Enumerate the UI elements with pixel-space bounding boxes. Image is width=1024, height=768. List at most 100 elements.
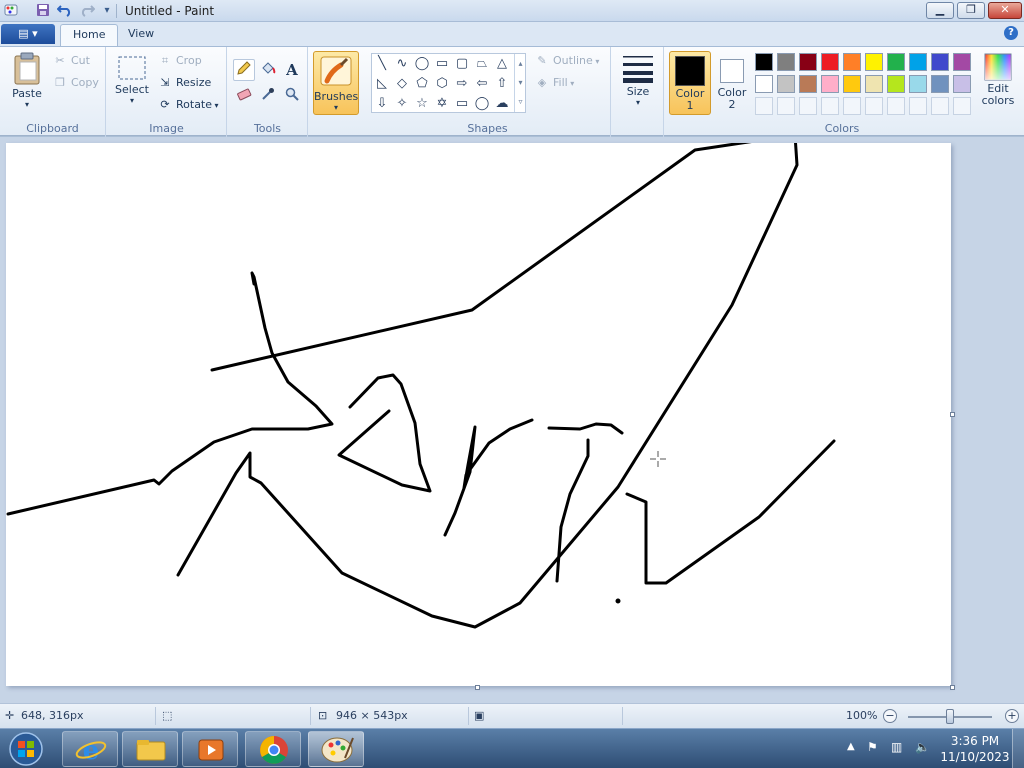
- palette-custom-slot[interactable]: [865, 97, 883, 115]
- palette-custom-slot[interactable]: [799, 97, 817, 115]
- brushes-button[interactable]: Brushes ▾: [313, 51, 359, 115]
- rotate-button[interactable]: ⟳ Rotate ▾: [157, 95, 218, 115]
- polygon-shape-icon[interactable]: ⏢: [472, 54, 492, 74]
- start-button[interactable]: [6, 730, 46, 768]
- color-picker-icon[interactable]: [257, 85, 279, 107]
- six-point-star-shape-icon[interactable]: ✡: [432, 94, 452, 114]
- palette-swatch[interactable]: [799, 75, 817, 93]
- palette-swatch[interactable]: [887, 53, 905, 71]
- copy-button[interactable]: ❐ Copy: [52, 73, 99, 93]
- palette-swatch[interactable]: [777, 53, 795, 71]
- five-point-star-shape-icon[interactable]: ☆: [412, 94, 432, 114]
- tab-home[interactable]: Home: [60, 24, 119, 46]
- network-icon[interactable]: ▥: [891, 740, 902, 754]
- hexagon-shape-icon[interactable]: ⬡: [432, 74, 452, 94]
- triangle-shape-icon[interactable]: △: [492, 54, 512, 74]
- taskbar-chrome[interactable]: [245, 731, 301, 767]
- palette-swatch[interactable]: [953, 75, 971, 93]
- size-button[interactable]: Size ▾: [618, 53, 658, 107]
- resize-button[interactable]: ⇲ Resize: [157, 73, 211, 93]
- customize-quick-access-icon[interactable]: ▾: [99, 3, 115, 19]
- palette-swatch[interactable]: [953, 53, 971, 71]
- palette-swatch[interactable]: [799, 53, 817, 71]
- help-icon[interactable]: ?: [1004, 26, 1018, 40]
- palette-custom-slot[interactable]: [777, 97, 795, 115]
- palette-swatch[interactable]: [843, 53, 861, 71]
- palette-custom-slot[interactable]: [953, 97, 971, 115]
- edit-colors-button[interactable]: Edit colors: [976, 53, 1020, 107]
- oval-shape-icon[interactable]: ◯: [412, 54, 432, 74]
- show-desktop-button[interactable]: [1012, 729, 1024, 768]
- undo-icon[interactable]: [56, 3, 73, 19]
- palette-swatch[interactable]: [909, 53, 927, 71]
- resize-handle-right[interactable]: [950, 412, 955, 417]
- close-button[interactable]: ✕: [988, 2, 1022, 19]
- palette-swatch[interactable]: [755, 75, 773, 93]
- right-triangle-shape-icon[interactable]: ◺: [372, 74, 392, 94]
- diamond-shape-icon[interactable]: ◇: [392, 74, 412, 94]
- rounded-rectangle-shape-icon[interactable]: ▢: [452, 54, 472, 74]
- cloud-callout-shape-icon[interactable]: ☁: [492, 94, 512, 114]
- volume-muted-icon[interactable]: 🔈: [915, 740, 930, 754]
- paint-menu-button[interactable]: ▤ ▾: [1, 24, 55, 44]
- paste-button[interactable]: Paste ▾: [8, 51, 46, 109]
- palette-custom-slot[interactable]: [909, 97, 927, 115]
- drawing-canvas[interactable]: [6, 133, 951, 686]
- color1-button[interactable]: Color 1: [669, 51, 711, 115]
- palette-swatch[interactable]: [887, 75, 905, 93]
- text-tool-icon[interactable]: A: [281, 59, 303, 81]
- pentagon-shape-icon[interactable]: ⬠: [412, 74, 432, 94]
- magnifier-icon[interactable]: [281, 85, 303, 107]
- line-shape-icon[interactable]: ╲: [372, 54, 392, 74]
- palette-swatch[interactable]: [821, 53, 839, 71]
- palette-swatch[interactable]: [843, 75, 861, 93]
- palette-swatch[interactable]: [931, 75, 949, 93]
- palette-swatch[interactable]: [931, 53, 949, 71]
- left-arrow-shape-icon[interactable]: ⇦: [472, 74, 492, 94]
- taskbar-clock[interactable]: 3:36 PM 11/10/2023: [940, 733, 1010, 765]
- palette-custom-slot[interactable]: [821, 97, 839, 115]
- palette-custom-slot[interactable]: [755, 97, 773, 115]
- callout-oval-shape-icon[interactable]: ◯: [472, 94, 492, 114]
- curve-shape-icon[interactable]: ∿: [392, 54, 412, 74]
- taskbar-internet-explorer[interactable]: e: [62, 731, 118, 767]
- taskbar-media-player[interactable]: [182, 731, 238, 767]
- taskbar-file-explorer[interactable]: [122, 731, 178, 767]
- fill-bucket-icon[interactable]: [257, 59, 279, 81]
- resize-handle-corner[interactable]: [950, 685, 955, 690]
- shapes-scroll[interactable]: ▴ ▾ ▿: [514, 54, 526, 112]
- right-arrow-shape-icon[interactable]: ⇨: [452, 74, 472, 94]
- palette-swatch[interactable]: [865, 53, 883, 71]
- fill-button[interactable]: ◈ Fill ▾: [534, 73, 575, 93]
- palette-custom-slot[interactable]: [931, 97, 949, 115]
- redo-icon[interactable]: [79, 3, 96, 19]
- save-icon[interactable]: [35, 3, 51, 19]
- palette-custom-slot[interactable]: [887, 97, 905, 115]
- palette-custom-slot[interactable]: [843, 97, 861, 115]
- zoom-in-button[interactable]: +: [1005, 709, 1019, 723]
- palette-swatch[interactable]: [865, 75, 883, 93]
- color2-button[interactable]: Color 2: [713, 51, 751, 115]
- pencil-icon[interactable]: [233, 59, 255, 81]
- crop-button[interactable]: ⌗ Crop: [157, 51, 202, 71]
- cut-button[interactable]: ✂ Cut: [52, 51, 90, 71]
- palette-swatch[interactable]: [909, 75, 927, 93]
- callout-rect-shape-icon[interactable]: ▭: [452, 94, 472, 114]
- maximize-button[interactable]: ❐: [957, 2, 985, 19]
- minimize-button[interactable]: ▁: [926, 2, 954, 19]
- palette-swatch[interactable]: [777, 75, 795, 93]
- resize-handle-bottom[interactable]: [475, 685, 480, 690]
- down-arrow-shape-icon[interactable]: ⇩: [372, 94, 392, 114]
- outline-button[interactable]: ✎ Outline ▾: [534, 51, 599, 71]
- palette-swatch[interactable]: [755, 53, 773, 71]
- four-point-star-shape-icon[interactable]: ✧: [392, 94, 412, 114]
- select-button[interactable]: Select ▾: [113, 55, 151, 105]
- rectangle-shape-icon[interactable]: ▭: [432, 54, 452, 74]
- zoom-slider-thumb[interactable]: [946, 709, 954, 724]
- palette-swatch[interactable]: [821, 75, 839, 93]
- action-center-icon[interactable]: ⚑: [867, 740, 878, 754]
- show-hidden-icons-icon[interactable]: ▲: [847, 741, 855, 752]
- zoom-out-button[interactable]: −: [883, 709, 897, 723]
- up-arrow-shape-icon[interactable]: ⇧: [492, 74, 512, 94]
- eraser-icon[interactable]: [233, 85, 255, 107]
